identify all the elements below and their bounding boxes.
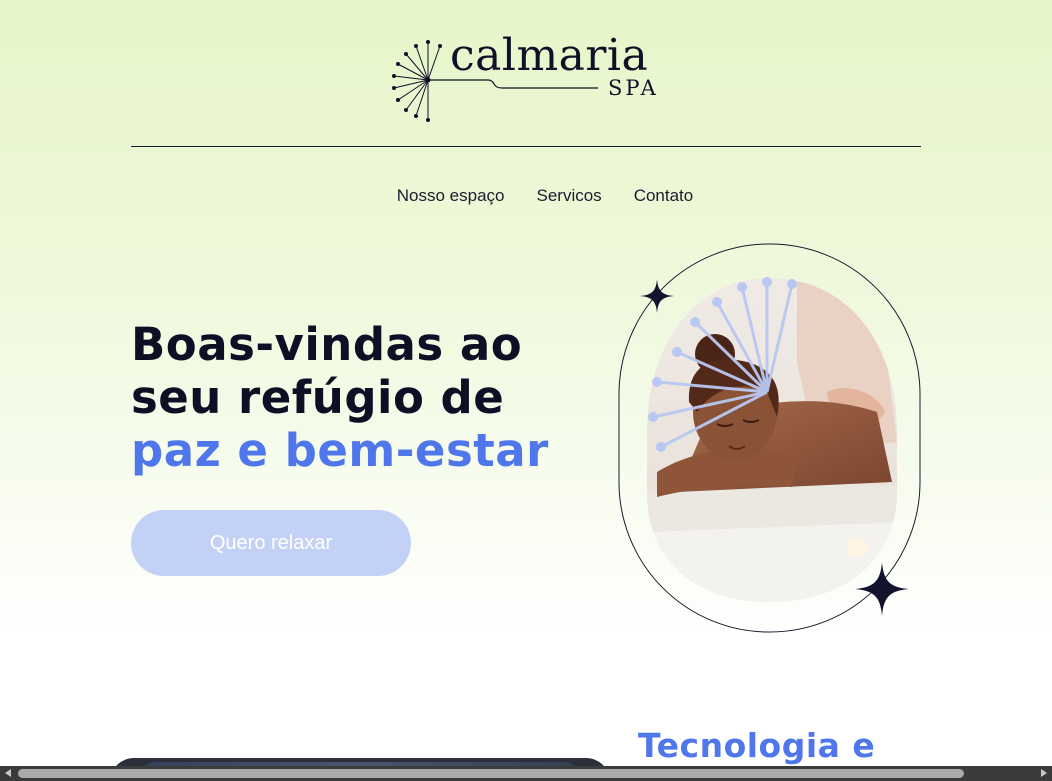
hero-title-line-1: Boas-vindas ao <box>131 318 523 371</box>
scrollbar-thumb[interactable] <box>18 769 964 778</box>
hero-title-highlight: paz e bem-estar <box>131 424 549 477</box>
logo[interactable]: calmaria SPA <box>388 30 668 126</box>
scroll-left-icon[interactable] <box>5 769 11 777</box>
hero-title: Boas-vindas ao seu refúgio de paz e bem-… <box>131 318 611 477</box>
quero-relaxar-button[interactable]: Quero relaxar <box>131 510 411 576</box>
header-divider <box>131 146 921 147</box>
horizontal-scrollbar[interactable] <box>0 766 1052 781</box>
hero-title-line-2: seu refúgio de <box>131 371 505 424</box>
main-nav: Nosso espaço Servicos Contato <box>0 186 1052 206</box>
sparkle-icon <box>855 562 909 616</box>
sparkle-icon <box>640 279 674 313</box>
nav-item-nosso-espaco[interactable]: Nosso espaço <box>397 186 505 206</box>
hero-image <box>617 242 922 634</box>
scroll-right-icon[interactable] <box>1041 769 1047 777</box>
logo-wordmark: calmaria <box>450 30 649 81</box>
nav-item-servicos[interactable]: Servicos <box>537 186 602 206</box>
section-title-tecnologia: Tecnologia e <box>638 726 876 765</box>
nav-item-contato[interactable]: Contato <box>634 186 694 206</box>
logo-subtitle: SPA <box>608 76 659 100</box>
